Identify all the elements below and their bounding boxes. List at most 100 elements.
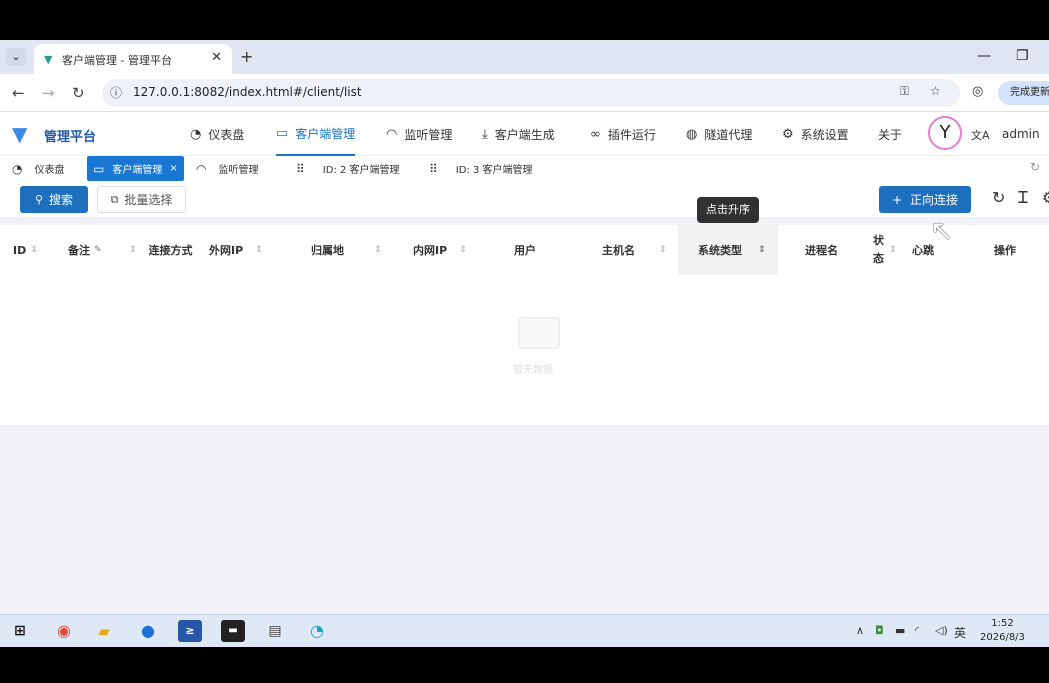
key-icon[interactable]: ⚿ — [900, 84, 909, 99]
minimize-icon[interactable]: — — [977, 48, 991, 64]
search-button[interactable]: ⚲ 搜索 — [20, 186, 88, 213]
back-icon[interactable]: ← — [12, 84, 25, 102]
app-title: 管理平台 — [44, 130, 97, 145]
column-header-sort[interactable]: ⇕ 连接方式 — [129, 225, 194, 275]
sort-tooltip: 点击升序 — [697, 197, 759, 223]
refresh-tags-icon[interactable]: ↻ — [1030, 160, 1040, 174]
column-header-actions: 操作 — [994, 244, 1016, 257]
menu-dashboard[interactable]: ◔ 仪表盘 — [190, 112, 244, 156]
tag-dashboard[interactable]: ◔ 仪表盘 — [12, 156, 64, 181]
browser-tab[interactable]: ▼ 客户端管理 - 管理平台 ✕ — [34, 44, 232, 74]
sort-icon: ⇕ — [659, 245, 667, 255]
username[interactable]: admin — [1002, 127, 1040, 141]
tag-client-management[interactable]: ▭ 客户端管理 × — [87, 156, 184, 181]
table-body: 暂无数据 — [0, 275, 1049, 425]
file-explorer-icon[interactable]: ▰ — [92, 620, 116, 642]
menu-about[interactable]: 关于 — [878, 112, 902, 156]
column-height-icon[interactable]: Ꮖ — [1018, 188, 1029, 208]
ime-indicator[interactable]: 英 — [954, 624, 966, 641]
menu-listener-management[interactable]: ◠ 监听管理 — [386, 112, 452, 156]
profile-icon[interactable]: ◎ — [972, 84, 983, 99]
chrome-icon[interactable]: ◉ — [52, 620, 76, 642]
headphones-icon: ◠ — [196, 161, 207, 176]
browser-tab-bar: ⌄ ▼ 客户端管理 - 管理平台 ✕ + — ❐ — [0, 40, 1049, 74]
url-text: 127.0.0.1:8082/index.html#/client/list — [133, 85, 362, 99]
column-header-status[interactable]: 状态 ⇕ — [873, 225, 897, 275]
new-tab-icon[interactable]: + — [240, 47, 253, 66]
tag-client-3[interactable]: ⠿ ID: 3 客户端管理 — [429, 156, 533, 181]
column-header-process[interactable]: 进程名 — [805, 225, 838, 275]
drag-handle-icon: ⠿ — [429, 161, 438, 176]
table-toolbar: ⚲ 搜索 ⧉ 批量选择 + 正向连接 ↻ Ꮖ ⚙ — [0, 183, 1049, 217]
tag-listener-management[interactable]: ◠ 监听管理 — [196, 156, 258, 181]
select-icon: ⧉ — [110, 192, 119, 206]
browser-tab-title: 客户端管理 - 管理平台 — [62, 54, 172, 67]
download-icon: ⤓ — [482, 126, 488, 142]
tags-view: ◔ 仪表盘 ▭ 客户端管理 × ◠ 监听管理 ⠿ ID: 2 客户端管理 ⠿ I… — [0, 156, 1049, 183]
column-header-hostname[interactable]: 主机名 ⇕ — [602, 225, 667, 275]
tray-app-icon[interactable]: ◘ — [875, 624, 884, 637]
app-header: ▼ 管理平台 ◔ 仪表盘 ▭ 客户端管理 ◠ 监听管理 ⤓ 客户端生成 ∞ 插件… — [0, 112, 1049, 156]
volume-icon[interactable]: ◁) — [935, 624, 948, 637]
edit-icon: ✎ — [94, 245, 102, 255]
terminal-icon[interactable]: ▬ — [221, 620, 245, 642]
avatar[interactable]: Y — [928, 116, 962, 150]
clock[interactable]: 1:52 2026/8/3 — [980, 617, 1025, 645]
forward-icon[interactable]: → — [42, 84, 55, 102]
tag-client-2[interactable]: ⠿ ID: 2 客户端管理 — [296, 156, 400, 181]
sort-icon: ⇕ — [255, 245, 263, 255]
settings-icon[interactable]: ⚙ — [1042, 188, 1049, 207]
menu-system-settings[interactable]: ⚙ 系统设置 — [782, 112, 849, 156]
update-button[interactable]: 完成更新 — [998, 81, 1049, 105]
menu-client-generate[interactable]: ⤓ 客户端生成 — [482, 112, 555, 156]
batch-select-button[interactable]: ⧉ 批量选择 — [97, 186, 186, 213]
powershell-icon[interactable]: ≥ — [178, 620, 202, 642]
menu-plugin-run[interactable]: ∞ 插件运行 — [590, 112, 656, 156]
refresh-icon[interactable]: ↻ — [992, 188, 1005, 207]
edge-icon[interactable]: ◔ — [305, 620, 329, 642]
bookmark-star-icon[interactable]: ☆ — [930, 84, 941, 98]
monitor-icon: ▭ — [93, 161, 105, 176]
tray-chevron-icon[interactable]: ∧ — [856, 624, 864, 637]
column-header-os-type[interactable]: 系统类型 ⇕ — [678, 225, 778, 275]
restore-icon[interactable]: ❐ — [1016, 48, 1029, 64]
mouse-cursor-icon: ↖ — [930, 214, 954, 247]
monitor-icon: ▭ — [276, 125, 289, 141]
reload-icon[interactable]: ↻ — [72, 84, 85, 102]
headphones-icon: ◠ — [386, 126, 398, 142]
start-icon[interactable]: ⊞ — [8, 620, 32, 642]
close-tag-icon[interactable]: × — [169, 163, 177, 174]
sort-icon: ⇕ — [129, 245, 137, 255]
site-info-icon[interactable]: ⓘ — [110, 84, 122, 101]
column-header-note[interactable]: 备注 ✎ — [68, 225, 102, 275]
globe-icon: ◍ — [686, 126, 698, 142]
wifi-icon[interactable]: ◜ — [915, 624, 919, 637]
tray-folder-icon[interactable]: ▬ — [895, 624, 905, 637]
screen: ⌄ ▼ 客户端管理 - 管理平台 ✕ + — ❐ ← → ↻ ⓘ 127.0.0… — [0, 40, 1049, 647]
download-app-icon[interactable]: ● — [136, 620, 160, 642]
table-header: ID ⇕ 备注 ✎ ⇕ 连接方式 外网IP ⇕ 归属地 ⇕ 内网IP ⇕ 用户 主机名 ⇕ 系… — [0, 225, 1049, 275]
url-field[interactable]: ⓘ 127.0.0.1:8082/index.html#/client/list… — [102, 79, 960, 107]
sort-icon: ⇕ — [758, 245, 766, 255]
forward-connect-button[interactable]: + 正向连接 — [879, 186, 971, 213]
tab-search-chevron-icon[interactable]: ⌄ — [6, 48, 26, 66]
close-tab-icon[interactable]: ✕ — [211, 50, 222, 65]
plus-icon: + — [891, 192, 903, 207]
column-header-id[interactable]: ID ⇕ — [13, 225, 38, 275]
column-header-internal-ip[interactable]: 内网IP ⇕ — [413, 225, 467, 275]
column-header-location[interactable]: 归属地 ⇕ — [311, 225, 382, 275]
search-icon: ⚲ — [34, 193, 44, 206]
favicon-icon: ▼ — [44, 53, 53, 66]
sort-icon: ⇕ — [30, 245, 38, 255]
column-header-user[interactable]: 用户 — [514, 225, 536, 275]
app-window-icon[interactable]: ▤ — [263, 620, 287, 642]
dashboard-icon: ◔ — [12, 161, 23, 176]
drag-handle-icon: ⠿ — [296, 161, 305, 176]
translate-icon[interactable]: 文A — [971, 127, 990, 143]
column-header-public-ip[interactable]: 外网IP ⇕ — [209, 225, 263, 275]
gear-icon: ⚙ — [782, 126, 794, 142]
menu-tunnel-proxy[interactable]: ◍ 隧道代理 — [686, 112, 752, 156]
logo-icon: ▼ — [12, 122, 28, 146]
menu-client-management[interactable]: ▭ 客户端管理 — [276, 112, 356, 156]
empty-box-icon — [518, 317, 560, 349]
